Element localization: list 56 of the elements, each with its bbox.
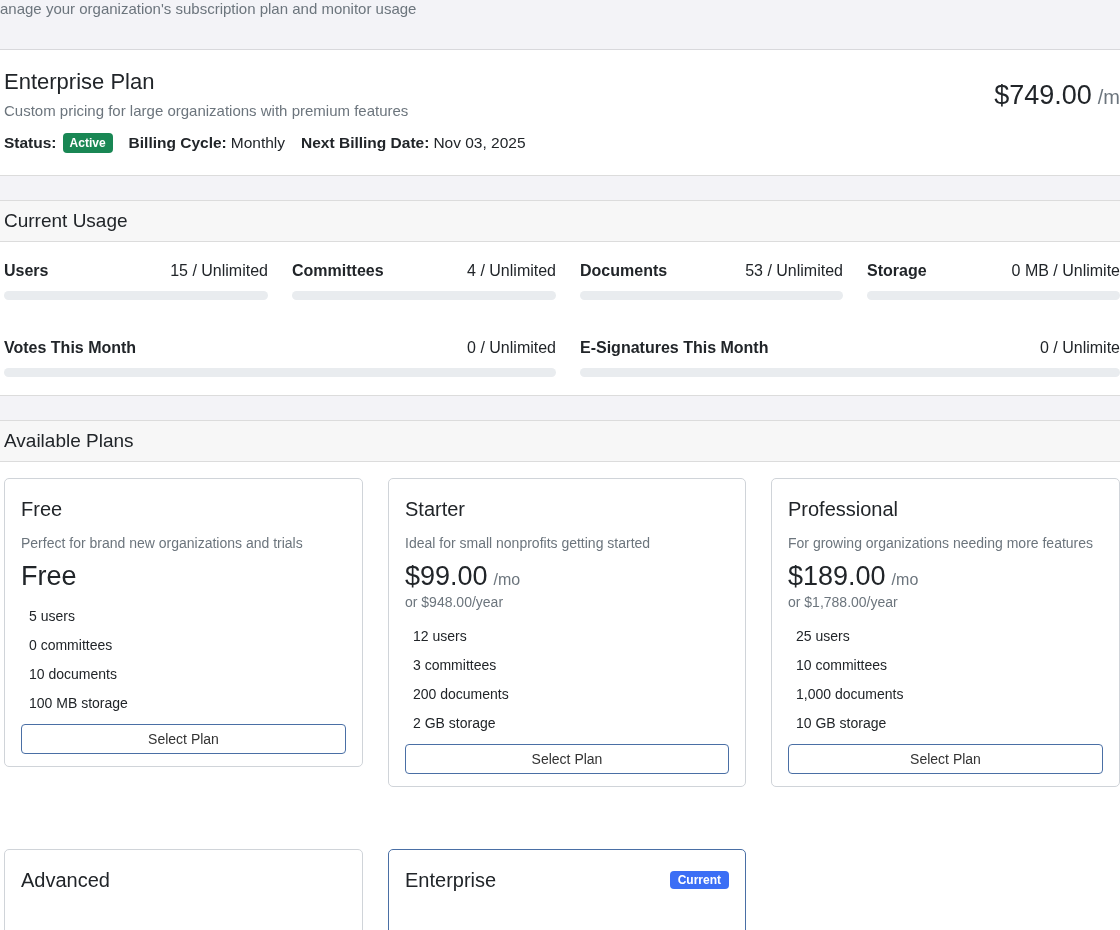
plan-feature: 3 committees [413, 656, 498, 675]
yearly-price: or $1,788.00/year [788, 594, 899, 610]
plan-feature: 10 GB storage [796, 714, 888, 733]
usage-label: E-Signatures This Month [580, 338, 769, 358]
plan-feature: 10 documents [29, 665, 118, 684]
plan-feature: 12 users [413, 627, 468, 646]
price-period: /m [1097, 86, 1120, 109]
plan-price: $749.00 [994, 80, 1092, 111]
plan-feature: 5 users [29, 607, 76, 626]
price-period: /mo [493, 571, 521, 589]
plan-description: Perfect for brand new organizations and trials [21, 535, 304, 551]
usage-reading: 4 / Unlimited [467, 261, 556, 281]
next-billing-label: Next Billing Date: [301, 134, 430, 152]
price-period: /mo [891, 571, 919, 589]
usage-label: Users [4, 261, 49, 281]
select-plan-button[interactable]: Select Plan [21, 724, 346, 754]
usage-reading: 0 MB / Unlimite [1011, 261, 1120, 281]
usage-label: Documents [580, 261, 668, 281]
section-title: Current Usage [4, 210, 128, 231]
next-billing-value: Nov 03, 2025 [433, 134, 526, 152]
plan-name: Free [21, 497, 63, 521]
yearly-price: or $948.00/year [405, 594, 505, 610]
usage-reading: 0 / Unlimited [467, 338, 556, 358]
plan-name: Advanced [21, 867, 110, 892]
select-plan-button[interactable]: Select Plan [405, 744, 729, 774]
plan-description: For growing organizations needing more features [788, 535, 1095, 551]
status-label: Status: [4, 134, 57, 152]
plan-price: $99.00 [405, 561, 488, 592]
usage-label: Votes This Month [4, 338, 137, 358]
section-title: Available Plans [4, 430, 134, 451]
plan-price: Free [21, 561, 77, 592]
plan-name: Professional [788, 497, 899, 521]
usage-label: Committees [292, 261, 384, 281]
plan-description: Custom pricing for large organizations with premium features [4, 102, 410, 119]
plan-feature: 2 GB storage [413, 714, 497, 733]
usage-reading: 15 / Unlimited [170, 261, 268, 281]
plan-feature: 100 MB storage [29, 694, 129, 713]
plan-price: $189.00 [788, 561, 886, 592]
billing-cycle-value: Monthly [230, 134, 286, 152]
plan-feature: 0 committees [29, 636, 114, 655]
status-badge: Active [62, 133, 113, 153]
usage-reading: 0 / Unlimite [1039, 338, 1120, 358]
billing-cycle-label: Billing Cycle: [128, 134, 227, 152]
usage-reading: 53 / Unlimited [745, 261, 843, 281]
plan-title: Enterprise Plan [4, 68, 156, 96]
plan-feature: 200 documents [413, 685, 510, 704]
select-plan-button[interactable]: Select Plan [788, 744, 1103, 774]
current-badge: Current [669, 870, 729, 889]
plan-feature: 25 users [796, 627, 851, 646]
plan-name: Starter [405, 497, 466, 521]
plan-name: Enterprise [405, 867, 497, 892]
plan-feature: 10 committees [796, 656, 889, 675]
page-subtitle: anage your organization's subscription plan and monitor usage [0, 1, 417, 17]
usage-label: Storage [867, 261, 927, 281]
plan-description: Ideal for small nonprofits getting started [405, 535, 652, 551]
plan-feature: 1,000 documents [796, 685, 905, 704]
